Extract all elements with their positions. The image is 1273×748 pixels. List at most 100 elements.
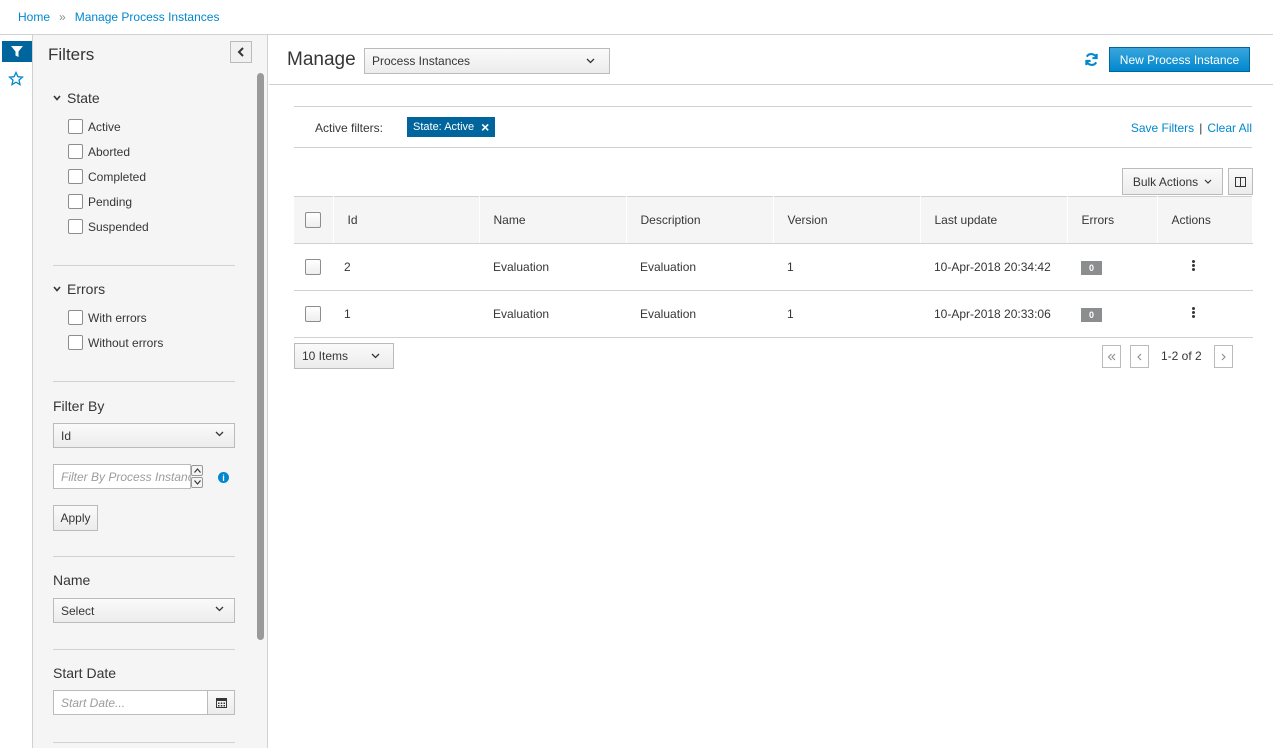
checkbox[interactable]: [68, 144, 83, 159]
checkbox[interactable]: [68, 335, 83, 350]
state-option-pending[interactable]: Pending: [68, 194, 132, 209]
state-option-active[interactable]: Active: [68, 119, 121, 134]
column-header-version[interactable]: Version: [773, 196, 921, 244]
checkbox[interactable]: [68, 194, 83, 209]
breadcrumb-current-link[interactable]: Manage Process Instances: [75, 10, 220, 24]
main-content: Manage Process Instances New Process Ins…: [269, 35, 1273, 748]
chip-label: State: Active: [413, 121, 475, 133]
start-date-input[interactable]: [53, 690, 208, 715]
calendar-icon: [215, 698, 227, 708]
cell-name: Evaluation: [479, 243, 626, 291]
kebab-menu-icon[interactable]: [1192, 306, 1195, 319]
table-row[interactable]: 1 Evaluation Evaluation 1 10-Apr-2018 20…: [294, 290, 1253, 338]
errors-heading: Errors: [67, 281, 106, 297]
filters-title: Filters: [48, 45, 95, 64]
row-select-cell: [294, 290, 333, 338]
name-select[interactable]: Select: [53, 598, 235, 623]
view-select[interactable]: Process Instances: [364, 48, 610, 74]
filters-scrollbar-thumb[interactable]: [257, 73, 264, 640]
filter-tab[interactable]: [2, 41, 32, 62]
breadcrumb: Home » Manage Process Instances: [0, 0, 1273, 35]
column-header-name[interactable]: Name: [479, 196, 627, 244]
previous-page-button[interactable]: [1130, 345, 1149, 368]
first-page-button[interactable]: [1102, 345, 1121, 368]
row-checkbox[interactable]: [305, 306, 321, 322]
state-option-completed[interactable]: Completed: [68, 169, 146, 184]
state-option-suspended[interactable]: Suspended: [68, 219, 149, 234]
cell-last-update: 10-Apr-2018 20:34:42: [920, 243, 1067, 291]
divider: [53, 742, 235, 743]
row-checkbox[interactable]: [305, 259, 321, 275]
state-option-aborted[interactable]: Aborted: [68, 144, 130, 159]
manage-label: Manage: [287, 49, 356, 70]
chevron-down-icon: [586, 58, 595, 64]
caret-down-icon: [193, 480, 201, 485]
active-filters-label: Active filters:: [315, 121, 384, 135]
select-value: Id: [61, 428, 72, 443]
filter-by-select[interactable]: Id: [53, 423, 235, 448]
clear-all-link[interactable]: Clear All: [1207, 121, 1252, 135]
table-row[interactable]: 2 Evaluation Evaluation 1 10-Apr-2018 20…: [294, 243, 1253, 291]
error-count-badge: 0: [1081, 260, 1102, 275]
cell-actions: [1157, 290, 1253, 338]
select-value: 10 Items: [302, 349, 349, 363]
filter-by-input[interactable]: [53, 464, 191, 489]
spin-up-button[interactable]: [191, 465, 203, 476]
column-header-actions: Actions: [1157, 196, 1253, 244]
active-filters-bar: Active filters: State: Active × Save Fil…: [294, 106, 1252, 148]
refresh-icon[interactable]: [1084, 52, 1099, 67]
checkbox[interactable]: [68, 119, 83, 134]
calendar-button[interactable]: [207, 690, 235, 715]
chevron-down-icon: [53, 95, 61, 101]
chevron-down-icon: [53, 286, 61, 292]
checkbox[interactable]: [68, 310, 83, 325]
kebab-menu-icon[interactable]: [1192, 259, 1195, 272]
column-picker-button[interactable]: [1228, 168, 1253, 195]
funnel-icon: [11, 45, 23, 57]
cell-version: 1: [773, 290, 920, 338]
save-filters-link[interactable]: Save Filters: [1131, 121, 1194, 135]
info-icon[interactable]: i: [218, 472, 229, 483]
column-header-description[interactable]: Description: [626, 196, 774, 244]
chevron-down-icon: [371, 353, 380, 359]
option-label: Aborted: [88, 144, 131, 159]
star-icon[interactable]: [8, 71, 24, 87]
select-all-checkbox[interactable]: [305, 212, 321, 228]
state-section-toggle[interactable]: State: [53, 90, 100, 106]
breadcrumb-separator: »: [59, 10, 66, 24]
cell-name: Evaluation: [479, 290, 626, 338]
close-icon[interactable]: ×: [481, 120, 489, 134]
spin-down-button[interactable]: [191, 477, 203, 488]
bulk-actions-dropdown[interactable]: Bulk Actions: [1122, 168, 1223, 195]
chevron-left-icon: [237, 47, 244, 57]
errors-option-without[interactable]: Without errors: [68, 335, 163, 350]
select-value: Select: [61, 603, 95, 618]
errors-option-with[interactable]: With errors: [68, 310, 147, 325]
collapse-filters-button[interactable]: [230, 41, 252, 63]
errors-section-toggle[interactable]: Errors: [53, 281, 105, 297]
option-label: Suspended: [88, 219, 149, 234]
caret-up-icon: [193, 468, 201, 473]
apply-button[interactable]: Apply: [53, 505, 98, 531]
columns-icon: [1235, 176, 1246, 187]
checkbox[interactable]: [68, 169, 83, 184]
chevron-down-icon: [215, 431, 224, 437]
chevron-down-icon: [215, 606, 224, 612]
column-header-errors[interactable]: Errors: [1067, 196, 1158, 244]
process-instances-table: Id Name Description Version Last update …: [294, 196, 1253, 338]
chevron-down-icon: [1204, 179, 1212, 184]
column-header-id[interactable]: Id: [333, 196, 480, 244]
breadcrumb-home-link[interactable]: Home: [18, 10, 50, 24]
new-process-instance-button[interactable]: New Process Instance: [1109, 47, 1250, 72]
option-label: Completed: [88, 169, 147, 184]
select-all-cell: [294, 196, 334, 244]
cell-description: Evaluation: [626, 243, 773, 291]
checkbox[interactable]: [68, 219, 83, 234]
name-heading: Name: [53, 572, 91, 588]
items-per-page-select[interactable]: 10 Items: [294, 343, 394, 369]
side-tab-strip: [0, 35, 33, 748]
column-header-last-update[interactable]: Last update: [920, 196, 1068, 244]
next-page-button[interactable]: [1214, 345, 1233, 368]
cell-description: Evaluation: [626, 290, 773, 338]
header-divider: [269, 84, 1273, 85]
